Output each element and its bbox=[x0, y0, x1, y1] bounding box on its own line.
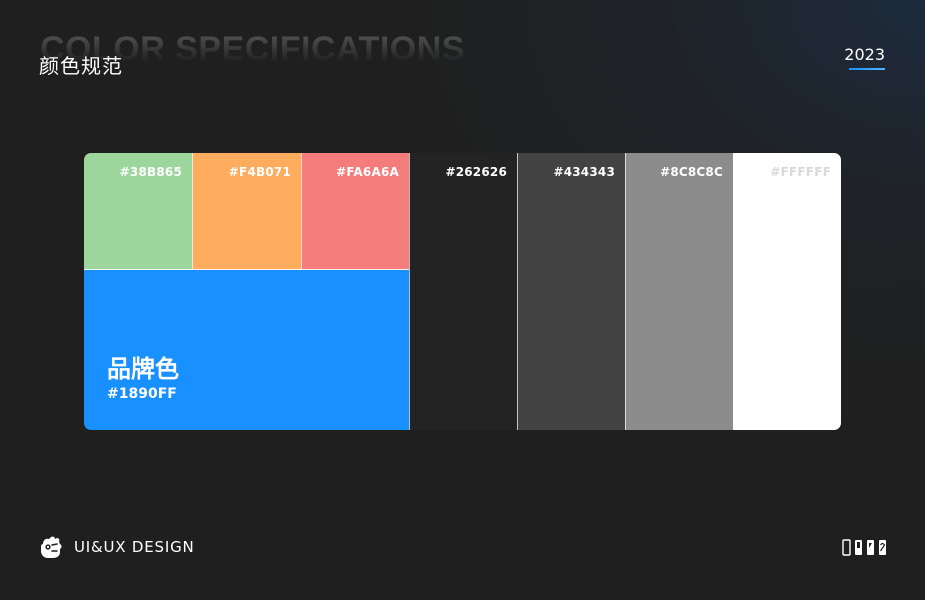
footer-icon-group bbox=[842, 538, 887, 556]
swatch-hex-label: #38B865 bbox=[119, 165, 182, 179]
divider bbox=[625, 153, 626, 430]
tall-block-icon bbox=[842, 538, 851, 556]
footer-brand-text: UI&UX DESIGN bbox=[74, 538, 195, 556]
swatch-hex-label: #434343 bbox=[553, 165, 615, 179]
block-notch-icon bbox=[867, 539, 874, 555]
brand-color-swatch: 品牌色 #1890FF bbox=[84, 270, 409, 430]
divider bbox=[409, 153, 410, 430]
swatch-dark-gray: #262626 bbox=[409, 153, 517, 430]
swatch-green: #38B865 bbox=[84, 153, 192, 270]
swatch-hex-label: #FFFFFF bbox=[770, 165, 831, 179]
block-dot-icon bbox=[855, 539, 862, 555]
divider bbox=[192, 153, 193, 270]
swatch-hex-label: #8C8C8C bbox=[660, 165, 723, 179]
color-palette: #38B865 #F4B071 #FA6A6A #262626 #434343 … bbox=[84, 153, 841, 430]
block-wave-icon bbox=[879, 539, 886, 555]
swatch-hex-label: #FA6A6A bbox=[336, 165, 399, 179]
swatch-white: #FFFFFF bbox=[733, 153, 841, 430]
swatch-hex-label: #F4B071 bbox=[228, 165, 291, 179]
swatch-hex-label: #262626 bbox=[445, 165, 507, 179]
brand-color-hex: #1890FF bbox=[107, 386, 177, 402]
year-label: 2023 bbox=[844, 45, 885, 64]
swatch-red: #FA6A6A bbox=[301, 153, 409, 270]
swatch-medium-gray: #434343 bbox=[517, 153, 625, 430]
hand-logo-icon bbox=[41, 536, 62, 558]
page-title: 颜色规范 bbox=[39, 54, 123, 78]
swatch-orange: #F4B071 bbox=[192, 153, 301, 270]
divider bbox=[517, 153, 518, 430]
swatch-light-gray: #8C8C8C bbox=[625, 153, 733, 430]
year-underline bbox=[849, 68, 885, 70]
divider bbox=[84, 269, 409, 270]
brand-color-title: 品牌色 bbox=[107, 355, 179, 383]
divider bbox=[301, 153, 302, 270]
